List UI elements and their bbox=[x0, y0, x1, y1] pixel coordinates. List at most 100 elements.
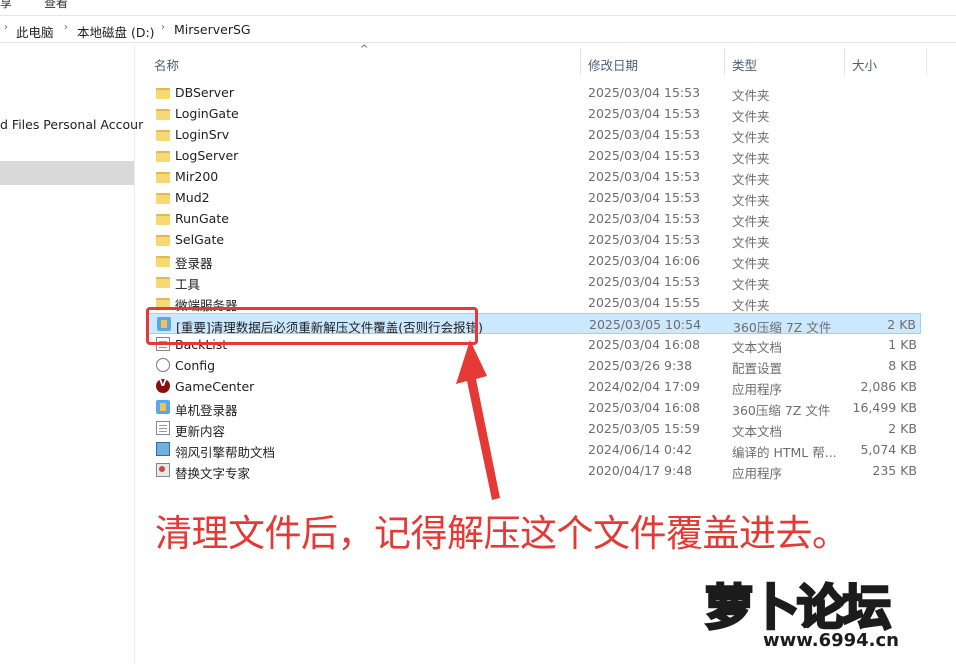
file-name: LogServer bbox=[175, 148, 239, 163]
folder-icon bbox=[156, 172, 170, 183]
folder-icon bbox=[156, 130, 170, 141]
file-type: 文件夹 bbox=[732, 193, 770, 208]
folder-icon bbox=[156, 277, 170, 288]
config-file-icon bbox=[156, 358, 170, 372]
file-name: Config bbox=[175, 358, 216, 373]
file-date: 2025/03/04 15:53 bbox=[588, 169, 701, 184]
ribbon-tab-view[interactable]: 查看 bbox=[44, 0, 68, 11]
column-header-type[interactable]: 类型 bbox=[732, 55, 757, 74]
navigation-pane: d Files Personal Accour bbox=[0, 43, 143, 664]
file-type: 文本文档 bbox=[732, 340, 783, 355]
file-type: 文件夹 bbox=[732, 256, 770, 271]
game-app-icon bbox=[156, 378, 170, 393]
file-type: 文件夹 bbox=[732, 235, 770, 250]
file-type: 文件夹 bbox=[732, 151, 770, 166]
file-row[interactable]: 登录器 2025/03/04 16:06 文件夹 bbox=[148, 250, 921, 271]
folder-icon bbox=[156, 235, 170, 246]
file-name: Mir200 bbox=[175, 169, 219, 184]
file-row[interactable]: DBServer 2025/03/04 15:53 文件夹 bbox=[148, 82, 921, 103]
folder-icon bbox=[156, 214, 170, 225]
file-name: GameCenter bbox=[175, 379, 255, 394]
folder-icon bbox=[156, 88, 170, 99]
nav-item-selected[interactable] bbox=[0, 161, 134, 185]
column-divider[interactable] bbox=[580, 49, 581, 75]
file-date: 2025/03/05 15:59 bbox=[588, 421, 701, 436]
folder-icon bbox=[156, 193, 170, 204]
file-size: 2 KB bbox=[887, 317, 916, 332]
file-date: 2025/03/04 15:53 bbox=[588, 148, 701, 163]
address-bar[interactable]: › 此电脑 › 本地磁盘 (D:) › MirserverSG bbox=[0, 16, 956, 43]
text-file-icon bbox=[156, 421, 170, 435]
file-date: 2025/03/04 16:06 bbox=[588, 253, 701, 268]
column-header-size[interactable]: 大小 bbox=[852, 55, 877, 74]
nav-item-personal-account[interactable]: d Files Personal Accour bbox=[0, 117, 143, 132]
app-icon bbox=[156, 463, 170, 477]
watermark-url: www.6994.cn bbox=[763, 630, 899, 651]
column-divider[interactable] bbox=[724, 49, 725, 75]
file-date: 2024/06/14 0:42 bbox=[588, 442, 693, 457]
chevron-right-icon: › bbox=[161, 22, 165, 33]
file-type: 360压缩 7Z 文件 bbox=[732, 403, 831, 418]
file-date: 2025/03/04 15:53 bbox=[588, 190, 701, 205]
file-date: 2024/02/04 17:09 bbox=[588, 379, 701, 394]
file-date: 2025/03/04 15:53 bbox=[588, 274, 701, 289]
column-divider[interactable] bbox=[926, 49, 927, 75]
breadcrumb-drive-d[interactable]: 本地磁盘 (D:) bbox=[77, 22, 155, 41]
highlight-box bbox=[146, 307, 478, 345]
file-size: 8 KB bbox=[888, 358, 917, 373]
file-row[interactable]: SelGate 2025/03/04 15:53 文件夹 bbox=[148, 229, 921, 250]
file-name: DBServer bbox=[175, 85, 234, 100]
file-name: LoginSrv bbox=[175, 127, 230, 142]
file-name: 更新内容 bbox=[175, 424, 226, 439]
file-date: 2025/03/04 15:53 bbox=[588, 127, 701, 142]
file-type: 文件夹 bbox=[732, 109, 770, 124]
file-name: 单机登录器 bbox=[175, 403, 238, 418]
annotation-caption: 清理文件后，记得解压这个文件覆盖进去。 bbox=[155, 512, 849, 555]
file-row[interactable]: Mud2 2025/03/04 15:53 文件夹 bbox=[148, 187, 921, 208]
file-date: 2025/03/04 16:08 bbox=[588, 337, 701, 352]
ribbon-tab-share[interactable]: 享 bbox=[0, 0, 12, 11]
file-size: 1 KB bbox=[888, 337, 917, 352]
file-type: 文件夹 bbox=[732, 214, 770, 229]
annotation-arrow bbox=[456, 340, 500, 500]
file-type: 文件夹 bbox=[732, 172, 770, 187]
file-type: 文件夹 bbox=[732, 298, 770, 313]
file-row[interactable]: Mir200 2025/03/04 15:53 文件夹 bbox=[148, 166, 921, 187]
file-name: LoginGate bbox=[175, 106, 239, 121]
column-header-date[interactable]: 修改日期 bbox=[588, 55, 638, 74]
file-row[interactable]: LogServer 2025/03/04 15:53 文件夹 bbox=[148, 145, 921, 166]
file-size: 5,074 KB bbox=[860, 442, 917, 457]
file-type: 文件夹 bbox=[732, 277, 770, 292]
file-date: 2020/04/17 9:48 bbox=[588, 463, 693, 478]
file-size: 16,499 KB bbox=[852, 400, 917, 415]
file-row[interactable]: LoginSrv 2025/03/04 15:53 文件夹 bbox=[148, 124, 921, 145]
chm-help-icon bbox=[156, 442, 170, 456]
breadcrumb-mirserversg[interactable]: MirserverSG bbox=[174, 22, 251, 37]
file-name: 翎风引擎帮助文档 bbox=[175, 445, 276, 460]
column-divider[interactable] bbox=[844, 49, 845, 75]
file-date: 2025/03/05 10:54 bbox=[589, 317, 702, 332]
file-name: Mud2 bbox=[175, 190, 210, 205]
file-row[interactable]: RunGate 2025/03/04 15:53 文件夹 bbox=[148, 208, 921, 229]
column-headers: 名称 修改日期 类型 大小 bbox=[148, 43, 928, 81]
file-name: RunGate bbox=[175, 211, 229, 226]
folder-icon bbox=[156, 151, 170, 162]
folder-icon bbox=[156, 109, 170, 120]
column-header-name[interactable]: 名称 bbox=[154, 55, 179, 74]
file-date: 2025/03/26 9:38 bbox=[588, 358, 693, 373]
chevron-right-icon: › bbox=[4, 22, 8, 33]
file-date: 2025/03/04 15:53 bbox=[588, 106, 701, 121]
folder-icon bbox=[156, 256, 170, 267]
breadcrumb-this-pc[interactable]: 此电脑 bbox=[16, 22, 54, 41]
watermark-logo: 萝卜论坛 www.6994.cn bbox=[703, 568, 950, 660]
file-row[interactable]: LoginGate 2025/03/04 15:53 文件夹 bbox=[148, 103, 921, 124]
file-name: 登录器 bbox=[175, 256, 213, 271]
file-row[interactable]: 工具 2025/03/04 15:53 文件夹 bbox=[148, 271, 921, 292]
ribbon-tabs: 享 查看 bbox=[0, 0, 956, 16]
file-type: 文本文档 bbox=[732, 424, 783, 439]
file-name: 替换文字专家 bbox=[175, 466, 251, 481]
file-type: 应用程序 bbox=[732, 466, 783, 481]
file-type: 文件夹 bbox=[732, 88, 770, 103]
file-size: 2,086 KB bbox=[860, 379, 917, 394]
file-size: 2 KB bbox=[888, 421, 917, 436]
